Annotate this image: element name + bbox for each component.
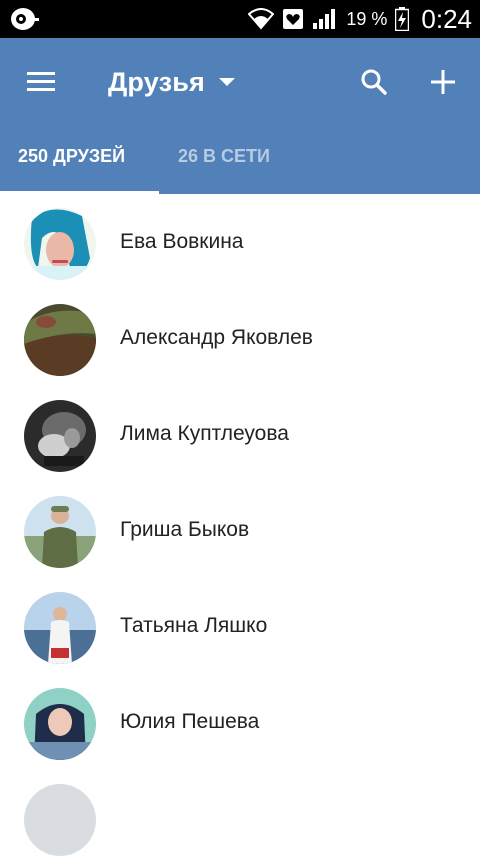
friend-list-item[interactable]: Гриша Быков [0, 482, 480, 578]
friend-name: Ева Вовкина [120, 230, 244, 253]
menu-icon [27, 72, 55, 91]
status-icons: 19 % 0:24 [248, 0, 472, 38]
caret-down-icon [219, 78, 236, 86]
menu-button[interactable] [22, 62, 62, 102]
friend-name: Гриша Быков [120, 518, 250, 541]
avatar [24, 688, 96, 760]
tab-all-friends[interactable]: 250 ДРУЗЕЙ [18, 146, 125, 167]
friend-name: Александр Яковлев [120, 326, 313, 349]
friend-list-item[interactable]: Татьяна Ляшко [0, 578, 480, 674]
heart-notification-icon [282, 8, 304, 30]
avatar [24, 208, 96, 280]
avatar [24, 304, 96, 376]
friend-list-item[interactable]: Юлия Пешева [0, 674, 480, 770]
friends-list: Ева Вовкина Александр Яковлев Лима Куптл… [0, 194, 480, 866]
avatar [24, 496, 96, 568]
avatar [24, 400, 96, 472]
clock: 0:24 [421, 3, 472, 34]
tab-online-friends[interactable]: 26 В СЕТИ [178, 146, 270, 167]
search-icon [361, 69, 387, 95]
friend-list-item[interactable]: Лима Куптлеуова [0, 386, 480, 482]
title-dropdown[interactable]: Друзья [108, 60, 236, 104]
friend-name: Лима Куптлеуова [120, 422, 289, 445]
app-bar: Друзья 250 ДРУЗЕЙ 26 В СЕТИ [0, 38, 480, 194]
status-bar: 19 % 0:24 [0, 0, 480, 38]
wifi-icon [248, 8, 275, 30]
friend-list-item[interactable]: Александр Яковлев [0, 290, 480, 386]
plus-icon [431, 70, 455, 94]
tab-bar: 250 ДРУЗЕЙ 26 В СЕТИ [0, 136, 480, 194]
battery-percent: 19 % [346, 8, 388, 29]
record-icon [10, 6, 40, 32]
add-friend-button[interactable] [424, 62, 464, 102]
signal-icon [312, 8, 336, 30]
page-title: Друзья [108, 66, 206, 97]
friend-name: Татьяна Ляшко [120, 614, 268, 637]
avatar [24, 784, 96, 856]
friend-list-item[interactable]: Ева Вовкина [0, 194, 480, 290]
friend-name: Юлия Пешева [120, 710, 260, 733]
friend-list-item[interactable] [0, 770, 480, 866]
battery-icon [395, 7, 410, 31]
search-button[interactable] [354, 62, 394, 102]
avatar [24, 592, 96, 664]
